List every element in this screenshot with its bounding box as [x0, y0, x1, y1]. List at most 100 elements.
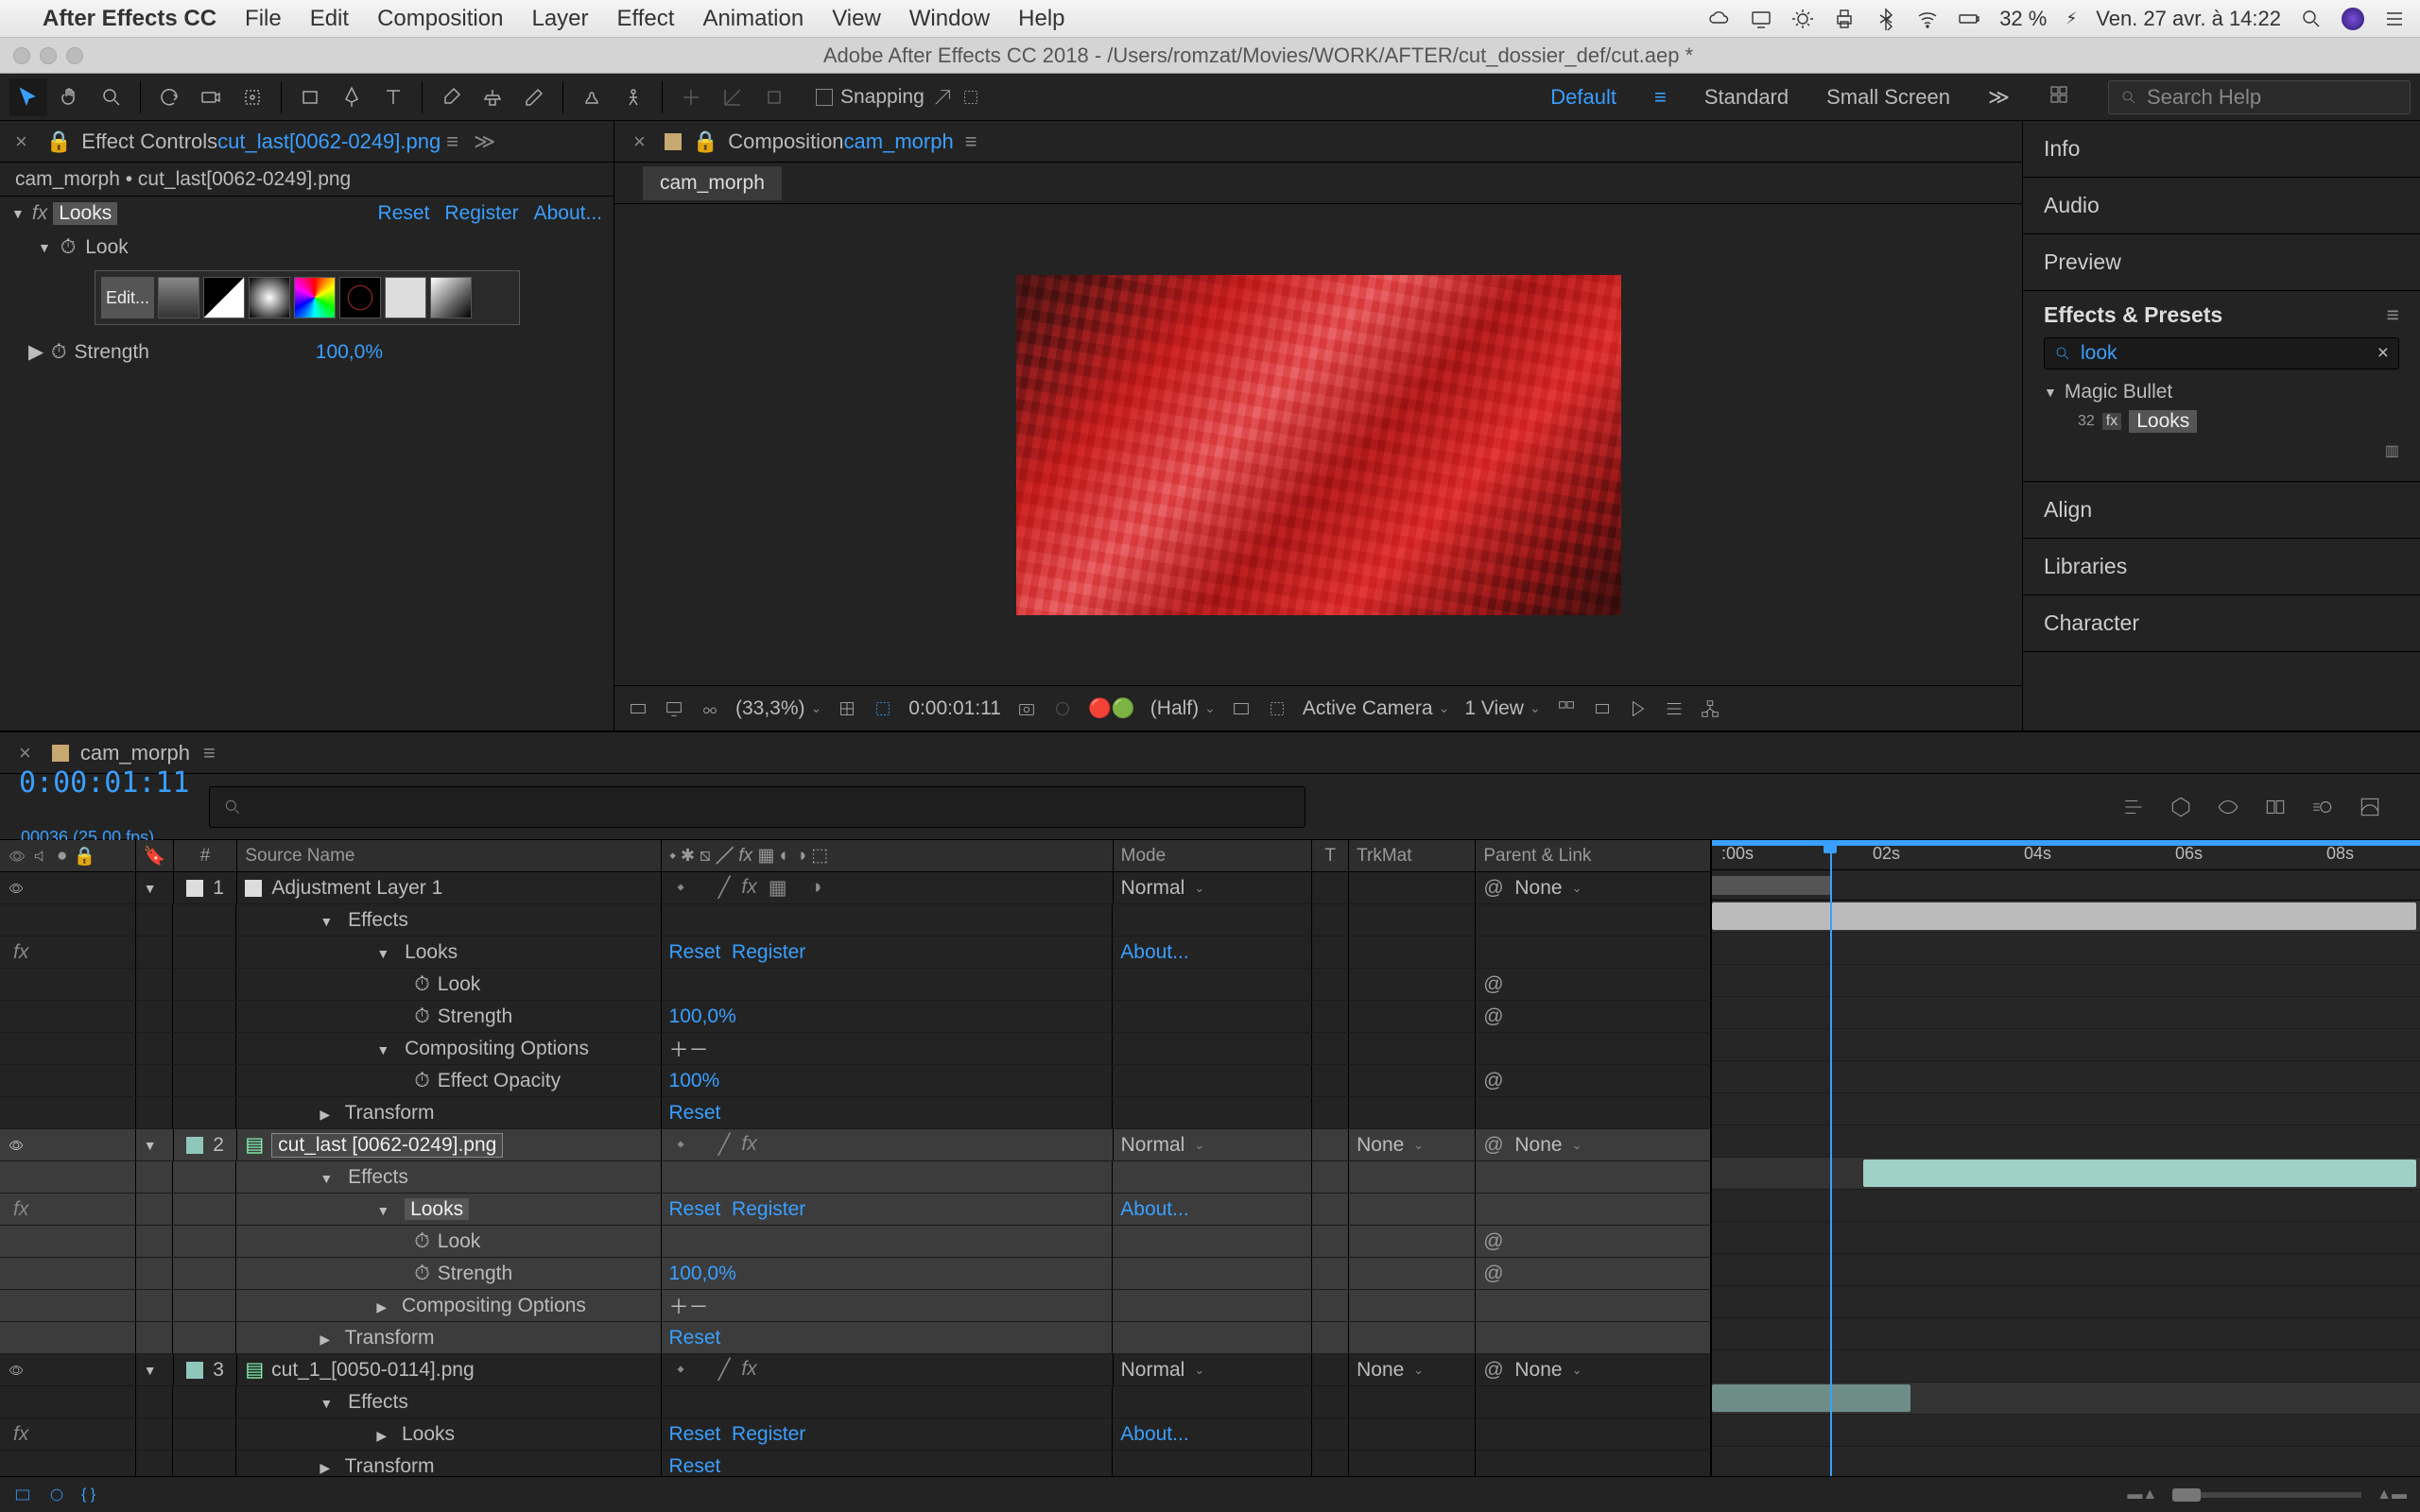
strength-value[interactable]: 100,0% — [669, 1263, 736, 1285]
blend-mode-dropdown[interactable]: Normal⌄ — [1121, 1359, 1205, 1382]
always-preview-icon[interactable] — [628, 698, 648, 719]
menu-window[interactable]: Window — [909, 6, 990, 32]
panel-overflow-icon[interactable]: ≫ — [474, 129, 495, 154]
eraser-tool[interactable] — [515, 78, 553, 116]
source-header[interactable]: Source Name — [237, 840, 662, 871]
view-count-dropdown[interactable]: 1 View⌄ — [1464, 697, 1540, 720]
strength-disclosure-icon[interactable]: ▶ — [28, 340, 43, 364]
local-axis-icon[interactable] — [672, 78, 710, 116]
layer-property-row[interactable]: fx▶ LooksReset RegisterAbout... — [0, 1418, 1711, 1451]
layer-disclosure-icon[interactable]: ▼ — [144, 1363, 157, 1378]
fx-reset-link[interactable]: Reset — [378, 202, 430, 225]
layer-bar[interactable] — [1712, 1384, 1910, 1412]
current-time[interactable]: 0:00:01:11 — [908, 697, 1001, 720]
reset-link[interactable]: Reset — [669, 1327, 721, 1349]
reset-link[interactable]: Reset — [669, 1455, 721, 1477]
register-link[interactable]: Register — [732, 941, 805, 964]
transparency-grid-icon[interactable] — [1231, 698, 1252, 719]
character-panel[interactable]: Character — [2023, 595, 2420, 652]
frame-blend-icon[interactable] — [2263, 795, 2288, 819]
look-edit-button[interactable]: Edit... — [101, 277, 154, 318]
reset-link[interactable]: Reset — [669, 1102, 721, 1125]
hand-tool[interactable] — [51, 78, 89, 116]
reset-link[interactable]: Reset — [669, 1198, 721, 1221]
pan-behind-tool[interactable] — [233, 78, 271, 116]
brush-tool[interactable] — [432, 78, 470, 116]
bug-icon[interactable] — [1791, 8, 1814, 30]
snapping-opt1-icon[interactable] — [932, 87, 953, 108]
draft-3d-icon[interactable] — [2169, 795, 2193, 819]
register-link[interactable]: Register — [732, 1423, 805, 1446]
lock-icon[interactable]: 🔒 — [693, 129, 718, 154]
menu-layer[interactable]: Layer — [531, 6, 588, 32]
parent-dropdown[interactable]: None⌄ — [1514, 877, 1582, 900]
video-toggle-icon[interactable] — [8, 880, 25, 897]
snapping-opt2-icon[interactable] — [960, 87, 981, 108]
opacity-value[interactable]: 100% — [669, 1070, 720, 1092]
pickwhip-icon[interactable]: @ — [1483, 1005, 1503, 1028]
trkmat-dropdown[interactable]: None⌄ — [1357, 1359, 1424, 1382]
clone-stamp-tool[interactable] — [474, 78, 511, 116]
pickwhip-icon[interactable]: @ — [1483, 1070, 1503, 1092]
close-panel-icon[interactable]: × — [19, 741, 31, 765]
snapping-checkbox[interactable] — [816, 89, 833, 106]
look-swatch[interactable] — [385, 277, 426, 318]
snapshot-icon[interactable] — [1016, 698, 1037, 719]
workspace-default[interactable]: Default — [1550, 85, 1616, 110]
layer-property-row[interactable]: ▼ Effects — [0, 904, 1711, 936]
look-swatch[interactable] — [158, 277, 199, 318]
panel-menu-icon[interactable]: ≡ — [203, 741, 216, 765]
zoom-dropdown[interactable]: (33,3%)⌄ — [735, 697, 821, 720]
color-mgmt-icon[interactable]: 🔴🟢 — [1088, 696, 1135, 720]
stopwatch-icon[interactable]: ⏱ — [51, 341, 66, 364]
layer-property-row[interactable]: ▶ TransformReset — [0, 1322, 1711, 1354]
layer-row[interactable]: ▼ 1 Adjustment Layer 1 ⬩╱fx▦◑ Normal⌄ @ … — [0, 872, 1711, 904]
menu-edit[interactable]: Edit — [310, 6, 349, 32]
layer-property-row[interactable]: ⏱Strength100,0%@ — [0, 1258, 1711, 1290]
layer-property-row[interactable]: fx▼ LooksReset RegisterAbout... — [0, 936, 1711, 969]
parent-header[interactable]: Parent & Link — [1476, 840, 1711, 871]
layer-property-row[interactable]: ⏱Strength100,0%@ — [0, 1001, 1711, 1033]
mode-header[interactable]: Mode — [1114, 840, 1313, 871]
fast-preview-icon[interactable] — [1628, 698, 1649, 719]
layer-property-row[interactable]: ⏱Effect Opacity100%@ — [0, 1065, 1711, 1097]
zoom-out-icon[interactable]: ▬▲ — [2127, 1486, 2157, 1503]
pickwhip-icon[interactable]: @ — [1483, 1134, 1503, 1157]
battery-icon[interactable] — [1958, 8, 1980, 30]
layer-property-row[interactable]: ⏱Look@ — [0, 1226, 1711, 1258]
menu-view[interactable]: View — [832, 6, 881, 32]
composition-name[interactable]: cam_morph — [844, 129, 954, 154]
video-toggle-icon[interactable] — [8, 1362, 25, 1379]
clear-search-icon[interactable]: × — [2377, 342, 2389, 365]
timeline-track-area[interactable]: :00s 02s 04s 06s 08s — [1711, 840, 2420, 1476]
layer-disclosure-icon[interactable]: ▼ — [144, 1138, 157, 1153]
brackets-icon[interactable]: { } — [81, 1486, 95, 1503]
trkmat-header[interactable]: TrkMat — [1349, 840, 1476, 871]
layer-bar[interactable] — [1863, 1160, 2416, 1187]
layer-property-row[interactable]: ▼ Effects — [0, 1386, 1711, 1418]
fx-name[interactable]: Looks — [53, 202, 117, 225]
lock-icon[interactable]: 🔒 — [46, 129, 72, 154]
menu-animation[interactable]: Animation — [702, 6, 804, 32]
panel-menu-icon[interactable]: ≡ — [446, 129, 458, 154]
workspace-grid-icon[interactable] — [2048, 83, 2070, 112]
layer-bar[interactable] — [1712, 902, 2416, 930]
pickwhip-icon[interactable]: @ — [1483, 877, 1503, 900]
effects-item-looks[interactable]: 32 fx Looks — [2072, 407, 2399, 436]
flowchart-icon[interactable] — [1700, 698, 1720, 719]
timeline-search[interactable] — [209, 786, 1305, 828]
bluetooth-icon[interactable] — [1875, 8, 1897, 30]
current-time-display[interactable]: 0:00:01:11 — [19, 766, 190, 799]
look-swatch[interactable] — [294, 277, 336, 318]
glasses-icon[interactable] — [700, 698, 720, 719]
layer-property-row[interactable]: ▼ Compositing Options＋－ — [0, 1033, 1711, 1065]
zoom-tool[interactable] — [93, 78, 130, 116]
panel-menu-icon[interactable]: ≡ — [965, 129, 977, 154]
trkmat-dropdown[interactable]: None⌄ — [1357, 1134, 1424, 1157]
stopwatch-icon[interactable]: ⏱ — [60, 236, 76, 259]
close-panel-icon[interactable]: × — [15, 129, 27, 154]
pickwhip-icon[interactable]: @ — [1483, 1263, 1503, 1285]
camera-tool[interactable] — [192, 78, 230, 116]
timeline-zoom-slider[interactable] — [2172, 1492, 2361, 1498]
roi-icon[interactable] — [873, 698, 893, 719]
